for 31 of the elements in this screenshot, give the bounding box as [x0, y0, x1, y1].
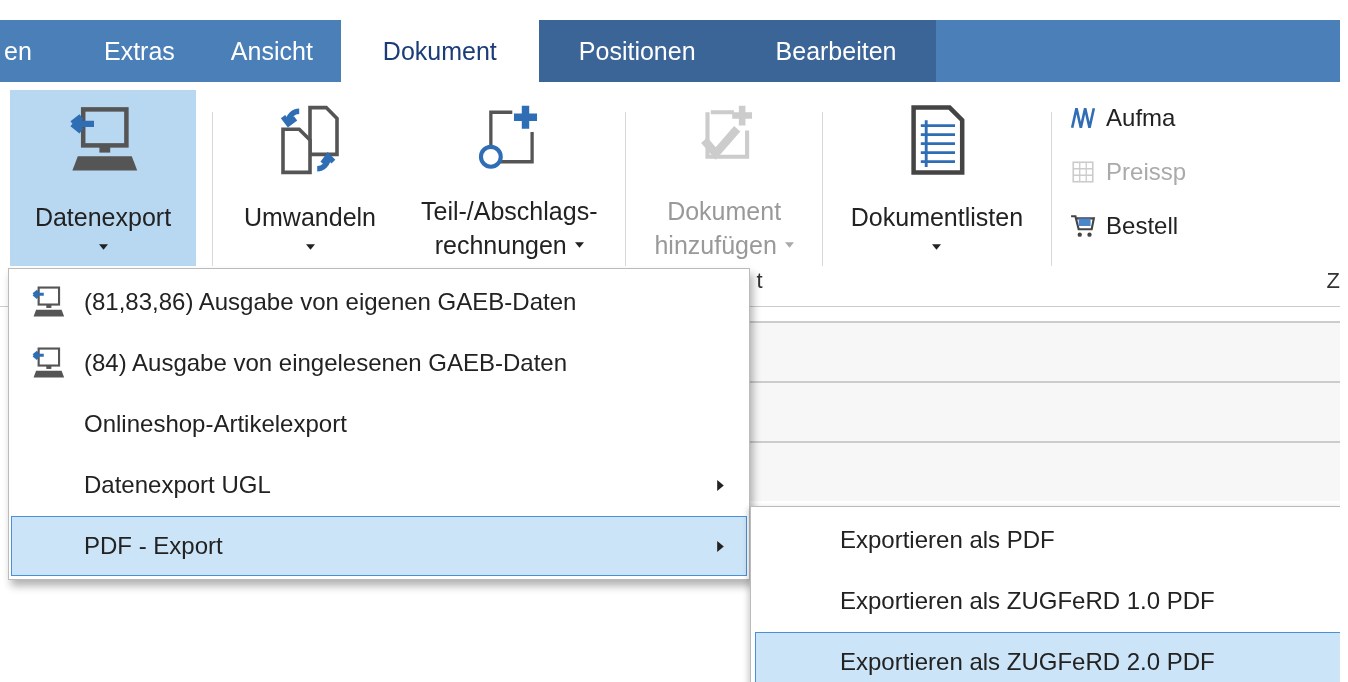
group-label: Z: [1326, 268, 1340, 293]
menu-item[interactable]: Datenexport UGL: [11, 455, 747, 515]
caret-icon: [305, 244, 315, 250]
menu-item[interactable]: PDF - Export: [11, 516, 747, 576]
ribbon-small-button[interactable]: Bestell: [1070, 206, 1340, 246]
menu-item[interactable]: (84) Ausgabe von eingelesenen GAEB-Daten: [11, 333, 747, 393]
computer-icon: [31, 346, 65, 380]
group-label: t: [756, 268, 763, 293]
ribbon-button[interactable]: Dokumentlisten: [844, 90, 1030, 266]
computer-icon: [31, 285, 65, 319]
ribbon-button[interactable]: Umwandeln: [235, 90, 385, 266]
caret-icon: [574, 242, 584, 248]
grid-icon: [1070, 159, 1097, 185]
menu-item[interactable]: (81,83,86) Ausgabe von eigenen GAEB-Daten: [11, 272, 747, 332]
zigzag-icon: [1070, 105, 1097, 131]
caret-icon: [784, 242, 794, 248]
submenu-arrow-icon: [717, 479, 724, 491]
ribbon-button[interactable]: Datenexport: [10, 90, 196, 266]
ribbon-small-button[interactable]: Aufma: [1070, 98, 1340, 138]
menu-item[interactable]: Onlineshop-Artikelexport: [11, 394, 747, 454]
cart-icon: [1070, 213, 1097, 239]
ribbon-button[interactable]: Teil-/Abschlags- rechnungen: [415, 90, 604, 266]
caret-icon: [932, 244, 942, 250]
menu-item[interactable]: Exportieren als PDF: [755, 510, 1340, 570]
submenu-arrow-icon: [717, 540, 724, 552]
menu-item[interactable]: Exportieren als ZUGFeRD 2.0 PDF: [755, 632, 1340, 682]
menu-item[interactable]: Exportieren als ZUGFeRD 1.0 PDF: [755, 571, 1340, 631]
caret-icon: [98, 244, 108, 250]
ribbon-tab[interactable]: Bearbeiten: [735, 20, 937, 82]
ribbon-tab[interactable]: Positionen: [538, 20, 736, 82]
ribbon-tab[interactable]: Dokument: [340, 20, 539, 82]
